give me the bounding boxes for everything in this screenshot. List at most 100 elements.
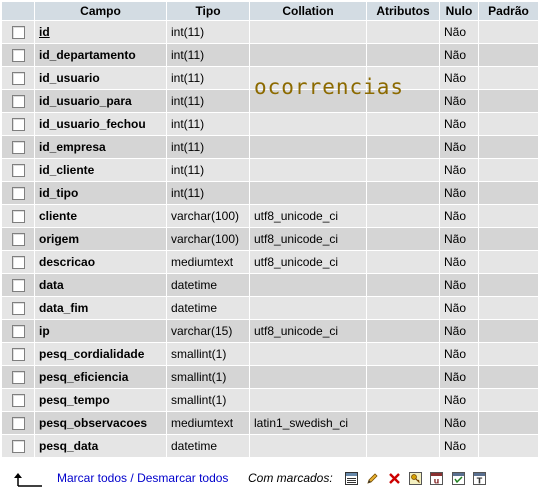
table-structure: Campo Tipo Collation Atributos Nulo Padr… bbox=[1, 1, 539, 458]
uncheck-all-link[interactable]: Desmarcar todos bbox=[137, 471, 228, 485]
field-default bbox=[479, 297, 538, 319]
table-row: data datetime Não bbox=[2, 274, 538, 296]
field-attributes bbox=[367, 343, 439, 365]
field-name: id bbox=[39, 25, 50, 39]
row-checkbox[interactable] bbox=[11, 233, 25, 247]
field-default bbox=[479, 228, 538, 250]
row-checkbox[interactable] bbox=[11, 72, 25, 86]
row-checkbox[interactable] bbox=[11, 371, 25, 385]
header-padrao: Padrão bbox=[479, 2, 538, 20]
row-checkbox[interactable] bbox=[11, 302, 25, 316]
row-checkbox[interactable] bbox=[11, 417, 25, 431]
row-checkbox-cell bbox=[2, 44, 34, 66]
row-checkbox-cell bbox=[2, 412, 34, 434]
table-row: id_empresa int(11) Não bbox=[2, 136, 538, 158]
row-checkbox[interactable] bbox=[11, 325, 25, 339]
row-checkbox-cell bbox=[2, 228, 34, 250]
field-default bbox=[479, 412, 538, 434]
field-default bbox=[479, 389, 538, 411]
row-checkbox-cell bbox=[2, 90, 34, 112]
row-checkbox[interactable] bbox=[11, 394, 25, 408]
field-null: Não bbox=[440, 67, 478, 89]
field-attributes bbox=[367, 159, 439, 181]
primary-key-icon[interactable] bbox=[409, 472, 423, 485]
field-type: smallint(1) bbox=[167, 366, 249, 388]
field-default bbox=[479, 435, 538, 457]
field-null: Não bbox=[440, 182, 478, 204]
field-name: origem bbox=[39, 232, 80, 246]
row-checkbox-cell bbox=[2, 366, 34, 388]
field-attributes bbox=[367, 389, 439, 411]
field-default bbox=[479, 44, 538, 66]
row-checkbox[interactable] bbox=[11, 348, 25, 362]
field-collation bbox=[250, 21, 366, 43]
field-name: id_empresa bbox=[39, 140, 106, 154]
browse-icon[interactable] bbox=[345, 472, 358, 485]
delete-icon[interactable] bbox=[388, 472, 401, 485]
action-icons: u T bbox=[345, 472, 491, 486]
field-type: varchar(15) bbox=[167, 320, 249, 342]
row-checkbox[interactable] bbox=[11, 118, 25, 132]
table-row: id int(11) Não bbox=[2, 21, 538, 43]
field-name-cell: id bbox=[35, 21, 166, 43]
field-attributes bbox=[367, 274, 439, 296]
field-name-cell: id_tipo bbox=[35, 182, 166, 204]
field-name: pesq_cordialidade bbox=[39, 347, 145, 361]
row-checkbox[interactable] bbox=[11, 164, 25, 178]
field-type: varchar(100) bbox=[167, 228, 249, 250]
footer-bar: Marcar todos / Desmarcar todos Com marca… bbox=[0, 466, 551, 492]
field-type: int(11) bbox=[167, 136, 249, 158]
table-row: data_fim datetime Não bbox=[2, 297, 538, 319]
field-attributes bbox=[367, 21, 439, 43]
field-type: mediumtext bbox=[167, 251, 249, 273]
header-checkbox-col bbox=[2, 2, 34, 20]
field-null: Não bbox=[440, 136, 478, 158]
field-name-cell: id_usuario bbox=[35, 67, 166, 89]
table-row: pesq_cordialidade smallint(1) Não bbox=[2, 343, 538, 365]
fulltext-icon[interactable]: T bbox=[473, 472, 487, 486]
field-name: data bbox=[39, 278, 64, 292]
field-name: id_departamento bbox=[39, 48, 136, 62]
field-name-cell: pesq_data bbox=[35, 435, 166, 457]
field-collation bbox=[250, 366, 366, 388]
row-checkbox-cell bbox=[2, 136, 34, 158]
field-type: varchar(100) bbox=[167, 205, 249, 227]
row-checkbox[interactable] bbox=[11, 279, 25, 293]
field-collation bbox=[250, 297, 366, 319]
row-checkbox[interactable] bbox=[11, 49, 25, 63]
field-attributes bbox=[367, 251, 439, 273]
field-default bbox=[479, 90, 538, 112]
field-default bbox=[479, 205, 538, 227]
row-checkbox[interactable] bbox=[11, 95, 25, 109]
field-name-cell: id_cliente bbox=[35, 159, 166, 181]
field-name: pesq_observacoes bbox=[39, 416, 148, 430]
check-all-link[interactable]: Marcar todos bbox=[57, 471, 127, 485]
field-name: id_usuario bbox=[39, 71, 100, 85]
edit-icon[interactable] bbox=[366, 472, 379, 485]
field-collation bbox=[250, 389, 366, 411]
row-checkbox[interactable] bbox=[11, 256, 25, 270]
row-checkbox[interactable] bbox=[11, 210, 25, 224]
row-checkbox[interactable] bbox=[11, 440, 25, 454]
row-checkbox-cell bbox=[2, 297, 34, 319]
field-attributes bbox=[367, 182, 439, 204]
table-row: pesq_eficiencia smallint(1) Não bbox=[2, 366, 538, 388]
field-name: id_cliente bbox=[39, 163, 95, 177]
field-name-cell: id_empresa bbox=[35, 136, 166, 158]
field-default bbox=[479, 113, 538, 135]
field-default bbox=[479, 21, 538, 43]
row-checkbox[interactable] bbox=[11, 187, 25, 201]
row-checkbox-cell bbox=[2, 274, 34, 296]
field-null: Não bbox=[440, 44, 478, 66]
field-name: cliente bbox=[39, 209, 78, 223]
row-checkbox[interactable] bbox=[11, 26, 25, 40]
unique-icon[interactable]: u bbox=[430, 472, 444, 485]
field-name-cell: data bbox=[35, 274, 166, 296]
row-checkbox-cell bbox=[2, 251, 34, 273]
svg-text:T: T bbox=[477, 477, 483, 486]
row-checkbox[interactable] bbox=[11, 141, 25, 155]
field-null: Não bbox=[440, 412, 478, 434]
field-name-cell: id_usuario_para bbox=[35, 90, 166, 112]
index-icon[interactable] bbox=[451, 472, 465, 485]
field-attributes bbox=[367, 205, 439, 227]
